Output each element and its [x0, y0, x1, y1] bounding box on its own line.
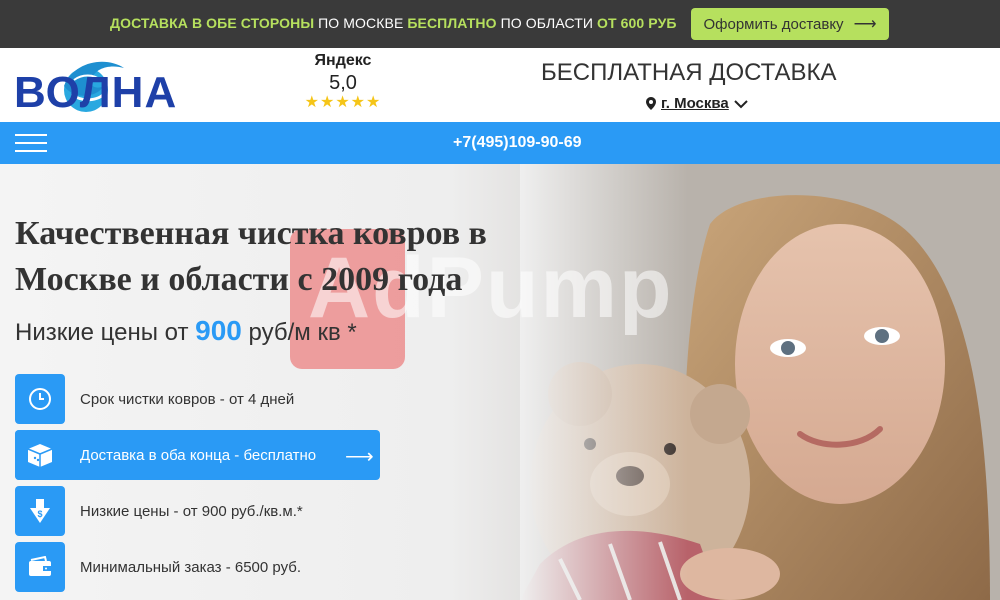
chevron-down-icon	[734, 99, 748, 108]
logo[interactable]: ВОЛНА	[14, 56, 214, 118]
feature-label: Доставка в оба конца - бесплатно	[80, 446, 317, 464]
phone-link[interactable]: +7(495)109-90-69	[453, 134, 582, 152]
yandex-rating[interactable]: Яндекс 5,0 ★★★★★	[296, 52, 390, 111]
arrow-right-icon: ⟶	[853, 16, 877, 33]
feature-min-order: Минимальный заказ - 6500 руб.	[15, 542, 380, 592]
promo-free: БЕСПЛАТНО	[407, 15, 497, 31]
promo-delivery-both-ways: ДОСТАВКА В ОБЕ СТОРОНЫ	[110, 15, 315, 31]
feature-label: Минимальный заказ - 6500 руб.	[80, 558, 302, 576]
free-delivery-heading: БЕСПЛАТНАЯ ДОСТАВКА	[541, 59, 837, 86]
promo-bar: ДОСТАВКА В ОБЕ СТОРОНЫ ПО МОСКВЕ БЕСПЛАТ…	[0, 0, 1000, 48]
price-value: 900	[195, 315, 242, 346]
hero-section: AdPump Качественная чистка ковров в Моск…	[0, 164, 1000, 600]
rating-value: 5,0	[329, 72, 357, 94]
promo-moscow: ПО МОСКВЕ	[314, 15, 408, 31]
location-pin-icon	[646, 97, 656, 110]
promo-text: ДОСТАВКА В ОБЕ СТОРОНЫ ПО МОСКВЕ БЕСПЛАТ…	[110, 15, 677, 31]
site-header: ВОЛНА Яндекс 5,0 ★★★★★ БЕСПЛАТНАЯ ДОСТАВ…	[0, 48, 1000, 122]
feature-low-prices: $ Низкие цены - от 900 руб./кв.м.*	[15, 486, 380, 536]
arrow-right-icon: ⟶	[345, 446, 374, 468]
order-delivery-label: Оформить доставку	[703, 15, 844, 33]
price-suffix: руб/м кв *	[241, 319, 357, 346]
rating-stars-icon: ★★★★★	[304, 94, 382, 111]
order-delivery-button[interactable]: Оформить доставку ⟶	[691, 8, 889, 40]
svg-text:$: $	[37, 509, 42, 519]
city-name: г. Москва	[661, 95, 729, 112]
feature-label: Низкие цены - от 900 руб./кв.м.*	[80, 502, 303, 520]
box-icon	[15, 430, 65, 480]
nav-bar: +7(495)109-90-69	[0, 122, 1000, 164]
price-prefix: Низкие цены от	[15, 319, 196, 346]
hero-title: Качественная чистка ковров в Москве и об…	[15, 215, 487, 298]
promo-region-price: ОТ 600 РУБ	[597, 15, 677, 31]
wallet-icon	[15, 542, 65, 592]
clock-icon	[15, 374, 65, 424]
rating-source: Яндекс	[314, 52, 372, 69]
feature-free-delivery[interactable]: Доставка в оба конца - бесплатно ⟶	[15, 430, 380, 480]
price-down-icon: $	[15, 486, 65, 536]
menu-icon[interactable]	[15, 134, 47, 154]
logo-text: ВОЛНА	[14, 68, 178, 117]
promo-region: ПО ОБЛАСТИ	[496, 15, 598, 31]
city-selector[interactable]: г. Москва	[646, 95, 748, 112]
hero-price: Низкие цены от 900 руб/м кв *	[15, 315, 357, 347]
feature-label: Срок чистки ковров - от 4 дней	[80, 390, 295, 408]
feature-cleaning-time: Срок чистки ковров - от 4 дней	[15, 374, 380, 424]
